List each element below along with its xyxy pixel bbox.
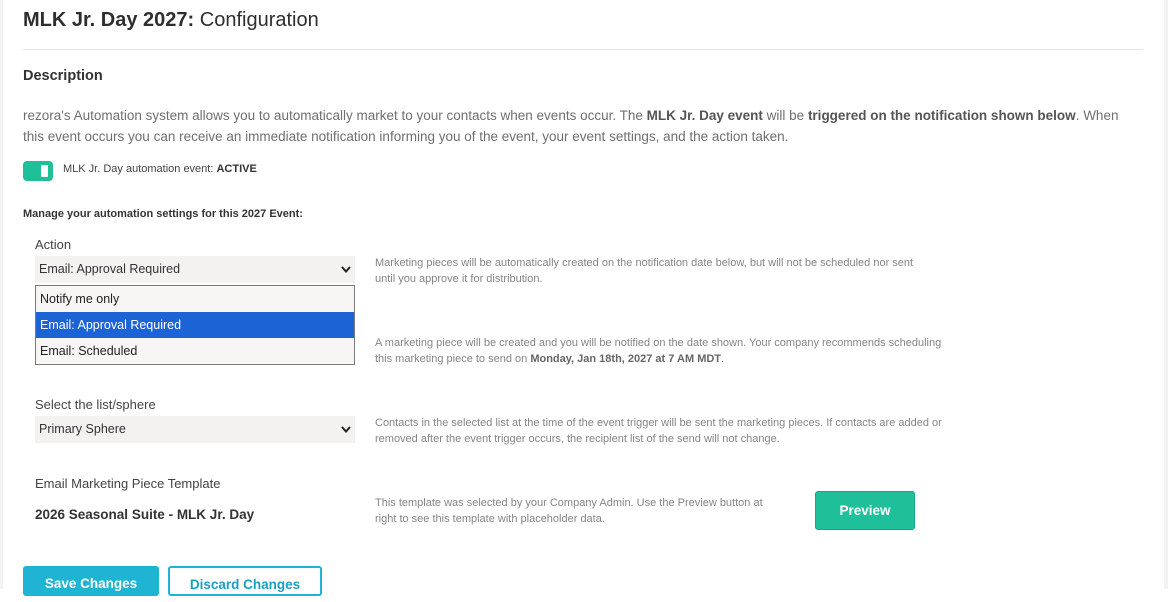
toggle-label-text: MLK Jr. Day automation event:	[63, 163, 217, 175]
list-label: Select the list/sphere	[35, 397, 156, 412]
description-event-name: MLK Jr. Day event	[646, 108, 763, 123]
option-email-scheduled[interactable]: Email: Scheduled	[36, 338, 354, 364]
manage-settings-heading: Manage your automation settings for this…	[23, 208, 303, 220]
description-text: rezora's Automation system allows you to…	[23, 105, 1143, 147]
list-select[interactable]: Primary Sphere	[35, 416, 355, 443]
page-scrollbar-track	[1164, 0, 1168, 589]
save-changes-button[interactable]: Save Changes	[23, 566, 159, 596]
template-name: 2026 Seasonal Suite - MLK Jr. Day	[35, 507, 255, 522]
action-help-scheduled: A marketing piece will be created and yo…	[375, 335, 945, 367]
page-title-event: MLK Jr. Day 2027:	[23, 9, 195, 31]
template-help: This template was selected by your Compa…	[375, 497, 763, 525]
template-label: Email Marketing Piece Template	[35, 476, 221, 491]
description-part-2: will be	[762, 108, 808, 123]
chevron-down-icon	[341, 416, 351, 454]
page-title: MLK Jr. Day 2027: Configuration	[23, 6, 319, 34]
list-help: Contacts in the selected list at the tim…	[375, 417, 942, 445]
option-email-approval-required[interactable]: Email: Approval Required	[36, 312, 354, 338]
action-label: Action	[35, 237, 72, 252]
title-divider	[23, 49, 1143, 50]
discard-changes-button[interactable]: Discard Changes	[168, 566, 322, 596]
page-title-suffix: Configuration	[199, 9, 319, 31]
toggle-status: ACTIVE	[216, 163, 257, 175]
description-trigger: triggered on the notification shown belo…	[807, 108, 1076, 123]
action-dropdown-list: Notify me only Email: Approval Required …	[35, 285, 355, 365]
recommended-send-date: Monday, Jan 18th, 2027 at 7 AM MDT	[530, 353, 722, 365]
option-notify-me-only[interactable]: Notify me only	[36, 286, 354, 312]
page-left-edge	[0, 0, 3, 589]
toggle-knob	[41, 165, 48, 177]
action-select[interactable]: Email: Approval Required	[35, 256, 355, 283]
automation-active-toggle[interactable]	[23, 161, 53, 181]
list-select-value: Primary Sphere	[39, 422, 126, 436]
toggle-label: MLK Jr. Day automation event: ACTIVE	[63, 163, 257, 175]
action-select-value: Email: Approval Required	[39, 262, 181, 276]
description-part-1: rezora's Automation system allows you to…	[23, 108, 647, 123]
scheduled-help-end: .	[721, 353, 725, 365]
description-heading: Description	[23, 68, 103, 84]
preview-button[interactable]: Preview	[815, 491, 915, 530]
action-help-approval: Marketing pieces will be automatically c…	[375, 257, 914, 285]
